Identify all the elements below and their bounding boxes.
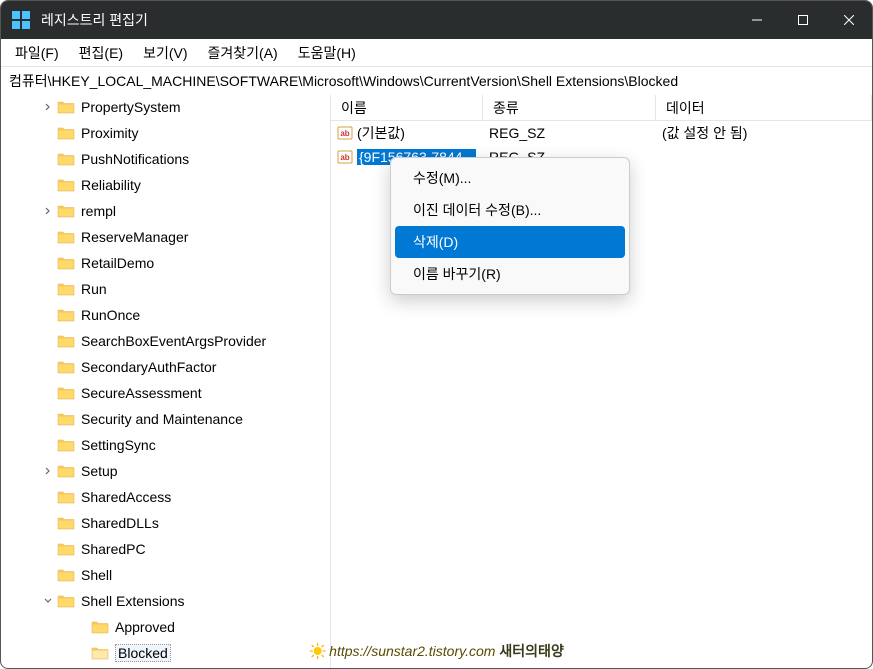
app-icon [11, 10, 31, 30]
tree-item-label: Shell Extensions [81, 593, 185, 609]
tree-item-label: Setup [81, 463, 118, 479]
tree-item[interactable]: SettingSync [1, 432, 330, 458]
watermark-url: https://sunstar2.tistory.com [329, 643, 495, 659]
tree-item[interactable]: RunOnce [1, 302, 330, 328]
expand-icon[interactable] [41, 467, 55, 475]
tree-item-label: Blocked [115, 644, 171, 662]
tree-item-label: Shell [81, 567, 112, 583]
tree-item[interactable]: rempl [1, 198, 330, 224]
tree-item[interactable]: Blocked [1, 640, 330, 666]
svg-text:ab: ab [340, 129, 349, 138]
tree-item-label: SearchBoxEventArgsProvider [81, 333, 266, 349]
tree-item[interactable]: SharedDLLs [1, 510, 330, 536]
tree-item-label: RetailDemo [81, 255, 154, 271]
tree-item[interactable]: Setup [1, 458, 330, 484]
menu-view[interactable]: 보기(V) [133, 41, 197, 65]
tree-item[interactable]: SecondaryAuthFactor [1, 354, 330, 380]
tree-item-label: RunOnce [81, 307, 140, 323]
tree-item[interactable]: SecureAssessment [1, 380, 330, 406]
header-data[interactable]: 데이터 [656, 95, 872, 120]
tree-item[interactable]: SearchBoxEventArgsProvider [1, 328, 330, 354]
context-menu-item[interactable]: 수정(M)... [395, 162, 625, 194]
tree-item-label: Reliability [81, 177, 141, 193]
header-type[interactable]: 종류 [483, 95, 656, 120]
tree-item-label: SharedAccess [81, 489, 171, 505]
tree-item[interactable]: PushNotifications [1, 146, 330, 172]
tree-panel[interactable]: PrecisionTouchPadPreviewHandlersPrivacyP… [1, 95, 331, 668]
tree-item[interactable]: RetailDemo [1, 250, 330, 276]
header-name[interactable]: 이름 [331, 95, 483, 120]
menu-edit[interactable]: 편집(E) [69, 41, 133, 65]
maximize-button[interactable] [780, 1, 826, 39]
context-menu-item[interactable]: 삭제(D) [395, 226, 625, 258]
watermark-name: 새터의태양 [499, 641, 563, 661]
expand-icon[interactable] [41, 103, 55, 111]
tree-item-label: Approved [115, 619, 175, 635]
tree-item[interactable]: SharedPC [1, 536, 330, 562]
menubar: 파일(F) 편집(E) 보기(V) 즐겨찾기(A) 도움말(H) [1, 39, 872, 67]
watermark: https://sunstar2.tistory.com 새터의태양 [309, 641, 564, 661]
value-name: (기본값) [357, 123, 405, 143]
tree-item[interactable]: Approved [1, 614, 330, 640]
window-title: 레지스트리 편집기 [41, 10, 734, 30]
context-menu: 수정(M)...이진 데이터 수정(B)...삭제(D)이름 바꾸기(R) [390, 157, 630, 295]
titlebar: 레지스트리 편집기 [1, 1, 872, 39]
value-data: (값 설정 안 됨) [656, 123, 872, 143]
tree-item[interactable]: Run [1, 276, 330, 302]
tree-item-label: Proximity [81, 125, 139, 141]
tree-item[interactable]: Proximity [1, 120, 330, 146]
tree-item-label: ReserveManager [81, 229, 188, 245]
svg-text:ab: ab [340, 153, 349, 162]
close-button[interactable] [826, 1, 872, 39]
registry-editor-window: 레지스트리 편집기 파일(F) 편집(E) 보기(V) 즐겨찾기(A) 도움말(… [0, 0, 873, 669]
menu-help[interactable]: 도움말(H) [288, 41, 366, 65]
menu-file[interactable]: 파일(F) [5, 41, 69, 65]
tree-item[interactable]: Shell Extensions [1, 588, 330, 614]
tree-item-label: PushNotifications [81, 151, 189, 167]
tree-item-label: Run [81, 281, 107, 297]
tree-item-label: PropertySystem [81, 99, 181, 115]
sun-icon [309, 643, 325, 659]
tree-item-label: SecureAssessment [81, 385, 202, 401]
list-header: 이름 종류 데이터 [331, 95, 872, 121]
tree-item[interactable]: PropertySystem [1, 95, 330, 120]
tree-item[interactable]: Reliability [1, 172, 330, 198]
tree-item[interactable]: ReserveManager [1, 224, 330, 250]
address-bar[interactable]: 컴퓨터\HKEY_LOCAL_MACHINE\SOFTWARE\Microsof… [1, 67, 872, 95]
tree-item-label: Security and Maintenance [81, 411, 243, 427]
tree-item[interactable]: Shell [1, 562, 330, 588]
tree-item-label: SharedPC [81, 541, 146, 557]
list-row[interactable]: ab (기본값) REG_SZ(값 설정 안 됨) [331, 121, 872, 145]
expand-icon[interactable] [41, 597, 55, 605]
tree-item-label: SecondaryAuthFactor [81, 359, 216, 375]
minimize-button[interactable] [734, 1, 780, 39]
address-path: 컴퓨터\HKEY_LOCAL_MACHINE\SOFTWARE\Microsof… [9, 71, 678, 91]
tree-item-label: rempl [81, 203, 116, 219]
context-menu-item[interactable]: 이름 바꾸기(R) [395, 258, 625, 290]
tree-item-label: SharedDLLs [81, 515, 159, 531]
tree-item-label: SettingSync [81, 437, 156, 453]
value-type: REG_SZ [483, 125, 656, 141]
context-menu-item[interactable]: 이진 데이터 수정(B)... [395, 194, 625, 226]
tree-item[interactable]: Security and Maintenance [1, 406, 330, 432]
expand-icon[interactable] [41, 207, 55, 215]
menu-favorites[interactable]: 즐겨찾기(A) [198, 41, 288, 65]
tree-item[interactable]: SharedAccess [1, 484, 330, 510]
